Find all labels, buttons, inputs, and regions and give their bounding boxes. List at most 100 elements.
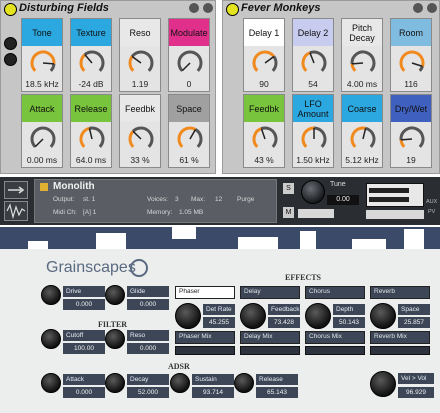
max-voices-value[interactable]: 12 [215,196,222,203]
effect-reverb-toggle[interactable]: Reverb [370,286,430,299]
macro-dial[interactable] [27,124,59,154]
effect-delay-toggle[interactable]: Delay [240,286,300,299]
macro-value: 1.19 [131,79,149,89]
knob-value: 52.000 [127,387,169,398]
macro-dial[interactable] [76,124,108,154]
macro-tone[interactable]: Tone 18.5 kHz [21,18,63,92]
macro-dial[interactable] [347,124,379,154]
effect-phaser-toggle[interactable]: Phaser [175,286,235,299]
knob-glide[interactable] [105,285,125,305]
rack-disturbing-fields: Disturbing Fields Tone 18.5 kHz Texture -24… [0,0,216,174]
macro-dial[interactable] [249,124,281,154]
macro-dial[interactable] [125,48,157,78]
rack-power-button[interactable] [4,3,17,16]
knob-cutoff[interactable] [41,329,61,349]
macro-feedbk[interactable]: Feedbk 43 % [243,94,285,168]
macro-label: Pitch Decay [342,19,382,46]
volume-slider[interactable] [366,210,424,219]
tune-label: Tune [330,181,346,188]
macro-dial[interactable] [76,48,108,78]
rack-map-button[interactable] [4,37,17,50]
macro-dry-wet[interactable]: Dry/Wet 19 [390,94,432,168]
midi-channel-select[interactable]: [A] 1 [83,209,96,216]
knob-value: 0.000 [63,299,105,310]
macro-delay-2[interactable]: Delay 2 54 [292,18,334,92]
macro-lfo-amount[interactable]: LFO Amount 1.50 kHz [292,94,334,168]
rack-power-button[interactable] [226,3,239,16]
rack-save-icon[interactable] [203,3,213,13]
macro-room[interactable]: Room 116 [390,18,432,92]
rack-save-icon[interactable] [427,3,437,13]
effect-param-value: 50.143 [333,317,365,328]
macro-feedbk[interactable]: Feedbk 33 % [119,94,161,168]
effect-mix-slider[interactable] [305,346,365,355]
macro-dial[interactable] [298,124,330,154]
knob-value: 100.00 [63,343,105,354]
effect-mix-label: Reverb Mix [370,331,430,344]
macro-modulate[interactable]: Modulate 0 [168,18,210,92]
macro-dial[interactable] [298,48,330,78]
solo-button[interactable]: S [283,183,294,194]
effect-param-label: Space [398,304,430,315]
wrench-icon[interactable] [4,181,28,199]
effect-param-value: 25.857 [398,317,430,328]
macro-pitch-decay[interactable]: Pitch Decay 4.00 ms [341,18,383,92]
aux-button[interactable]: AUX [426,199,437,205]
knob-sustain[interactable] [170,373,190,393]
macro-dial[interactable] [125,124,157,154]
tune-knob[interactable] [301,180,325,204]
effect-chorus-toggle[interactable]: Chorus [305,286,365,299]
knob-det-rate[interactable] [175,303,201,329]
purge-button[interactable]: Purge [237,196,254,203]
knob-label: Reso [127,330,169,341]
effect-mix-slider[interactable] [370,346,430,355]
knob-depth[interactable] [305,303,331,329]
macro-label: Tone [22,19,62,46]
effect-mix-label: Delay Mix [240,331,300,344]
knob-value: 65.143 [256,387,298,398]
macro-texture[interactable]: Texture -24 dB [70,18,112,92]
knob-decay[interactable] [105,373,125,393]
rack-options-icon[interactable] [413,3,423,13]
macro-dial[interactable] [174,124,206,154]
effect-name: Delay [244,288,261,295]
effect-mix-label: Phaser Mix [175,331,235,344]
macro-dial[interactable] [249,48,281,78]
knob-vel-vol[interactable] [370,371,396,397]
effect-mix-slider[interactable] [175,346,235,355]
mute-button[interactable]: M [283,207,294,218]
macro-release[interactable]: Release 64.0 ms [70,94,112,168]
knob-feedback[interactable] [240,303,266,329]
effect-mix-text: Reverb Mix [374,333,407,340]
macro-delay-1[interactable]: Delay 1 90 [243,18,285,92]
macro-dial[interactable] [174,48,206,78]
knob-attack[interactable] [41,373,61,393]
pan-slider[interactable] [298,209,334,218]
knob-release[interactable] [234,373,254,393]
macro-space[interactable]: Space 61 % [168,94,210,168]
knob-drive[interactable] [41,285,61,305]
effect-mix-slider[interactable] [240,346,300,355]
effect-param-label: Depth [333,304,365,315]
macro-attack[interactable]: Attack 0.00 ms [21,94,63,168]
macro-dial[interactable] [27,48,59,78]
macro-value: 43 % [254,155,274,165]
rack-options-icon[interactable] [189,3,199,13]
screenshot-root: Disturbing Fields Tone 18.5 kHz Texture -24… [0,0,440,413]
macro-label: Feedbk [120,95,160,122]
knob-value: 93.714 [192,387,234,398]
macro-value: 61 % [179,155,199,165]
knob-value: 0.000 [127,299,169,310]
macro-dial[interactable] [396,124,428,154]
knob-space[interactable] [370,303,396,329]
knob-reso[interactable] [105,329,125,349]
macro-coarse[interactable]: Coarse 5.12 kHz [341,94,383,168]
macro-dial[interactable] [347,48,379,78]
macro-reso[interactable]: Reso 1.19 [119,18,161,92]
knob-label: Drive [63,286,105,297]
macro-value: 5.12 kHz [345,155,379,165]
macro-dial[interactable] [396,48,428,78]
pv-button[interactable]: PV [428,209,435,215]
output-select[interactable]: st. 1 [83,196,95,203]
rack-list-button[interactable] [4,53,17,66]
